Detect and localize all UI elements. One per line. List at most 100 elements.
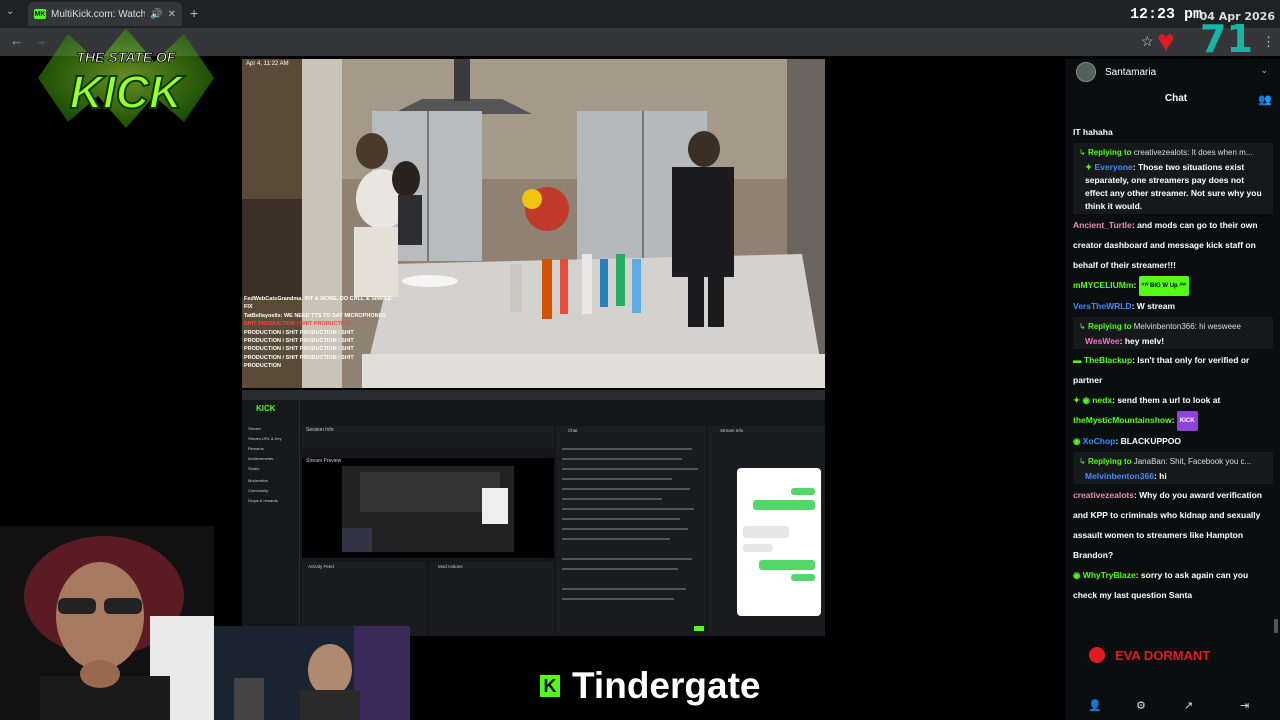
overlay-line: TatBellayoelis: WE NEED TTS TO SAY MICRO…: [244, 312, 386, 319]
dashboard-nav-item: Rewards: [248, 446, 264, 451]
share-icon[interactable]: ↗: [1184, 699, 1193, 712]
chat-username[interactable]: Everyone: [1095, 162, 1133, 172]
chat-message: VersTheWRLD: W stream: [1073, 300, 1176, 311]
chat-username[interactable]: mMYCELIUMm: [1073, 280, 1133, 290]
browser-menu-icon[interactable]: ⋮: [1262, 34, 1275, 50]
dashboard-chat-lines: [562, 448, 698, 600]
reply-body: Melvinbenton366: hi: [1085, 470, 1167, 481]
gear-icon[interactable]: ⚙: [1136, 699, 1146, 712]
chat-message: ▬ TheBlackup: Isn't that only for verifi…: [1073, 354, 1250, 385]
add-user-icon[interactable]: 👤: [1088, 699, 1102, 712]
bookmark-star-icon[interactable]: ☆: [1141, 33, 1154, 50]
eva-status: EVA DORMANT: [1089, 647, 1210, 663]
phone-messages: [743, 488, 815, 581]
chat-username[interactable]: WesWee: [1085, 336, 1120, 346]
chevron-down-icon[interactable]: ⌄: [1260, 65, 1268, 76]
badge-icon: ▬: [1073, 354, 1082, 365]
close-tab-icon[interactable]: ✕: [168, 9, 176, 20]
chat-username[interactable]: VersTheWRLD: [1073, 301, 1132, 311]
dashboard-nav-item: Moderation: [248, 478, 269, 483]
preview-thumbnail: [342, 466, 514, 552]
dashboard-mod-panel: [430, 562, 554, 636]
chat-toolbar: 👤 ⚙ ↗ ⇥: [1065, 696, 1280, 716]
reply-context[interactable]: ↳ Replying to creativezealots: It does w…: [1079, 144, 1267, 161]
chat-username[interactable]: creativezealots: [1073, 490, 1134, 500]
chat-messages: IT hahaha ↳ Replying to creativezealots:…: [1073, 122, 1273, 605]
badge-icon: ✦ ◉: [1073, 394, 1090, 405]
tts-overlay: FedWebCatsGrandma, INT & MORE, DO CALL &…: [244, 295, 392, 371]
badge-icon: ✦: [1085, 162, 1093, 172]
eva-status-text: EVA DORMANT: [1115, 647, 1211, 663]
message-text: hey melv!: [1124, 335, 1165, 346]
overlay-line: PRODUCTION / SHIT PRODUCTION / SHIT: [244, 329, 354, 336]
reply-arrow-icon: ↳: [1079, 321, 1086, 331]
message-text: IT hahaha: [1073, 127, 1113, 137]
message-text: W stream: [1136, 300, 1176, 311]
viewer-counter: 71: [1200, 17, 1253, 61]
dashboard-browser-bar: [242, 390, 825, 400]
main-stream-video[interactable]: Apr 4, 11:22 AM FedWebCatsGrandma, INT &…: [242, 59, 825, 388]
exit-icon[interactable]: ⇥: [1240, 699, 1249, 712]
video-timestamp: Apr 4, 11:22 AM: [246, 61, 289, 67]
chat-username[interactable]: nedx: [1092, 395, 1112, 405]
browser-tab-bar: ⌄ MK MultiKick.com: Watch Multi 🔊 ✕ + 12…: [0, 0, 1280, 28]
chat-username[interactable]: XoChop: [1083, 436, 1116, 446]
creator-dashboard-screen: KICK Stream Stream URL & Key Rewards Ach…: [242, 390, 825, 636]
reply-snippet: Shit, Facebook you c...: [1169, 456, 1252, 466]
channel-header[interactable]: Santamaria: [1076, 62, 1156, 82]
reply-user: creativezealots:: [1133, 148, 1190, 157]
dashboard-session-panel: [302, 426, 554, 448]
stream-info-title: Stream Info: [720, 428, 744, 433]
reply-body: WesWee: hey melv!: [1085, 335, 1165, 346]
users-icon[interactable]: 👥: [1258, 93, 1272, 106]
reply-body: ✦ Everyone: Those two situations exist s…: [1085, 162, 1262, 211]
chat-message: ◉ WhyTryBlaze: sorry to ask again can yo…: [1073, 569, 1249, 600]
reply-label: Replying to: [1087, 148, 1132, 157]
clock: 12:23 pm: [1129, 6, 1202, 23]
chat-message: Ancient_Turtle: and mods can go to their…: [1073, 220, 1258, 270]
badge-icon: ◉: [1073, 569, 1081, 580]
state-of-kick-logo: THE STATE OF KICK: [38, 28, 214, 128]
chat-scrollbar[interactable]: [1274, 619, 1278, 633]
dashboard-kick-logo: KICK: [256, 404, 276, 413]
reply-context[interactable]: ↳ Replying to Melvinbenton366: hi weswee…: [1079, 318, 1267, 335]
kick-favicon-icon: MK: [34, 9, 46, 19]
chat-message: ✦ ◉ nedx: send them a url to look at: [1073, 394, 1221, 405]
chat-username[interactable]: WhyTryBlaze: [1083, 570, 1136, 580]
chat-panel: Santamaria ⌄ Chat 👥 IT hahaha ↳ Replying…: [1065, 59, 1280, 720]
new-tab-icon[interactable]: +: [190, 5, 198, 21]
reply-user: JanaBan:: [1133, 456, 1168, 466]
chat-title: Chat: [1164, 93, 1188, 104]
stream-preview-title: Stream Preview: [306, 458, 342, 464]
chat-message: creativezealots: Why do you award verifi…: [1073, 489, 1262, 560]
browser-tab[interactable]: MK MultiKick.com: Watch Multi 🔊 ✕: [28, 2, 182, 26]
session-info-title: Session Info: [306, 427, 334, 433]
chat-username[interactable]: Melvinbenton366: [1085, 471, 1154, 481]
chat-message: theMysticMountainshow: KICK: [1073, 410, 1273, 431]
reply-label: Replying to: [1087, 456, 1132, 466]
chat-message: ◉ XoChop: BLACKUPPOO: [1073, 435, 1182, 446]
status-dot-icon: [1089, 647, 1105, 663]
reply-context[interactable]: ↳ Replying to JanaBan: Shit, Facebook yo…: [1079, 453, 1267, 470]
avatar: [1076, 62, 1096, 82]
speaker-icon[interactable]: 🔊: [150, 9, 162, 20]
chat-username[interactable]: TheBlackup: [1084, 355, 1132, 365]
reply-arrow-icon: ↳: [1079, 148, 1086, 157]
chat-username[interactable]: Ancient_Turtle: [1073, 220, 1132, 230]
dashboard-chat-panel: [556, 426, 706, 636]
mod-actions-title: Mod Actions: [438, 564, 463, 569]
message-text: Why do you award verification and KPP to…: [1073, 489, 1262, 560]
reply-user: Melvinbenton366:: [1133, 321, 1197, 331]
kick-k-icon: K: [540, 675, 560, 697]
logo-line1: THE STATE OF: [76, 49, 175, 65]
back-arrow-icon[interactable]: ←: [10, 33, 23, 48]
activity-feed-title: Activity Feed: [308, 564, 334, 569]
dashboard-nav-item: Stream: [248, 426, 261, 431]
overlay-line: PRODUCTION / SHIT PRODUCTION / SHIT: [244, 338, 354, 345]
reply-snippet: It does when m...: [1191, 148, 1253, 157]
chat-username[interactable]: theMysticMountainshow: [1073, 415, 1172, 425]
emote: ᴬᵂ BIG W Up ᴬᵂ: [1138, 275, 1190, 296]
overlay-line: PRODUCTION / SHIT PRODUCTION / SHIT: [244, 354, 354, 361]
chat-reply-message: ↳ Replying to Melvinbenton366: hi weswee…: [1073, 316, 1273, 349]
tab-list-chevron-icon[interactable]: ⌄: [6, 6, 14, 17]
